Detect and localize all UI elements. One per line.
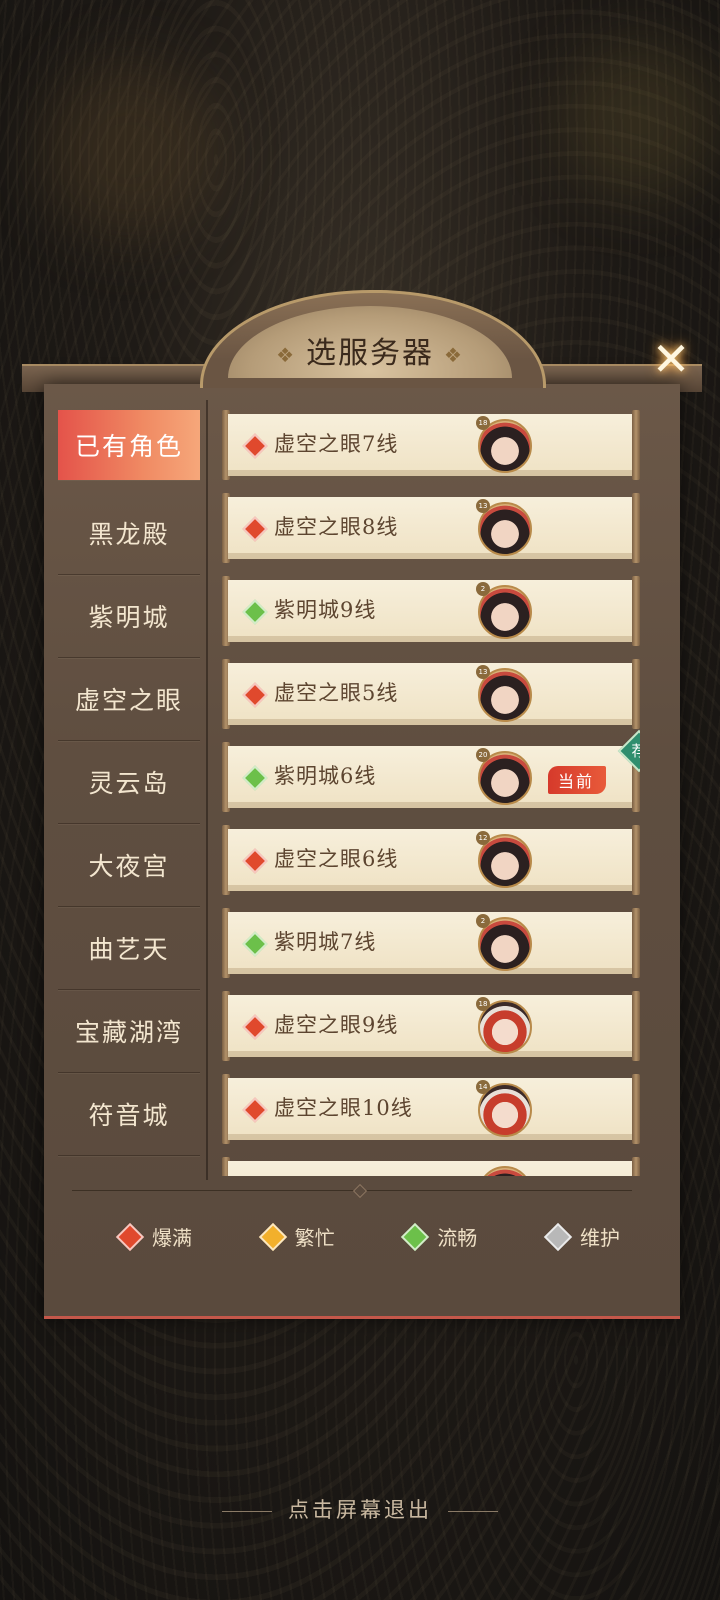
sidebar-item-lingyun-island[interactable]: 灵云岛 [58,741,200,824]
status-maintenance-icon [543,1222,573,1251]
legend-item-smooth: 流畅 [401,1222,477,1251]
status-busy-icon [258,1222,287,1251]
status-legend: 爆满 繁忙 流畅 维护 [115,1222,620,1251]
level-badge: 13 [476,499,490,513]
level-badge: 13 [476,665,490,679]
page-title: ❖ 选服务器 ❖ [276,336,464,371]
server-name: 虚空之眼7线 [274,432,399,456]
server-row-current[interactable]: 紫明城6线 20 当前 荐 [222,729,640,812]
level-badge: 12 [476,831,490,845]
close-button[interactable]: ✕ [648,336,694,382]
server-row[interactable]: 虚空之眼8线 13 [222,493,640,563]
server-name: 虚空之眼6线 [274,847,399,871]
ornament-icon: ❖ [276,343,296,367]
level-badge: 14 [476,1080,490,1094]
level-badge: 18 [476,997,490,1011]
server-name: 紫明城7线 [274,930,377,954]
current-badge: 当前 [548,766,607,794]
server-name: 紫明城6线 [274,764,377,788]
sidebar-item-great-night-palace[interactable]: 大夜宫 [58,824,200,907]
ornament-icon: ❖ [444,343,464,367]
status-full-icon [115,1222,145,1251]
level-badge: 2 [476,582,490,596]
sidebar-item-ziming-city[interactable]: 紫明城 [58,575,200,658]
background-glow [40,60,220,240]
exit-hint[interactable]: 点击屏幕退出 [0,1494,720,1524]
server-row-partial[interactable] [222,1157,640,1176]
sidebar-item-treasure-bay[interactable]: 宝藏湖湾 [58,990,200,1073]
server-name: 虚空之眼9线 [274,1013,399,1037]
status-smooth-icon [401,1222,430,1251]
server-row[interactable]: 紫明城9线 2 [222,576,640,646]
server-row[interactable]: 虚空之眼6线 12 [222,825,640,895]
legend-item-maintenance: 维护 [543,1222,620,1251]
server-row[interactable]: 紫明城7线 2 [222,908,640,978]
server-row[interactable]: 虚空之眼9线 18 [222,991,640,1061]
server-row[interactable]: 虚空之眼7线 18 [222,410,640,480]
level-badge: 18 [476,416,490,430]
legend-item-full: 爆满 [115,1222,192,1251]
server-name: 虚空之眼5线 [274,681,399,705]
server-name: 虚空之眼10线 [274,1096,413,1120]
server-list[interactable]: 虚空之眼7线 18 虚空之眼8线 13 紫明城9线 2 虚空之眼5线 13 紫明… [222,410,640,1176]
sidebar-item-existing-roles[interactable]: 已有角色 [58,410,200,480]
sidebar-item-black-dragon-hall[interactable]: 黑龙殿 [58,492,200,575]
sidebar-item-quyi-sky[interactable]: 曲艺天 [58,907,200,990]
region-sidebar: 已有角色 黑龙殿 紫明城 虚空之眼 灵云岛 大夜宫 曲艺天 宝藏湖湾 符音城 [58,410,200,1156]
divider [206,400,208,1180]
level-badge: 2 [476,914,490,928]
server-row[interactable]: 虚空之眼10线 14 [222,1074,640,1144]
sidebar-item-fuyin-city[interactable]: 符音城 [58,1073,200,1156]
server-row[interactable]: 虚空之眼5线 13 [222,659,640,729]
server-name: 紫明城9线 [274,598,377,622]
close-x-icon: ✕ [651,332,691,386]
sidebar-item-void-eye[interactable]: 虚空之眼 [58,658,200,741]
legend-item-busy: 繁忙 [258,1222,335,1251]
level-badge: 20 [476,748,490,762]
server-name: 虚空之眼8线 [274,515,399,539]
background-glow [560,40,720,200]
